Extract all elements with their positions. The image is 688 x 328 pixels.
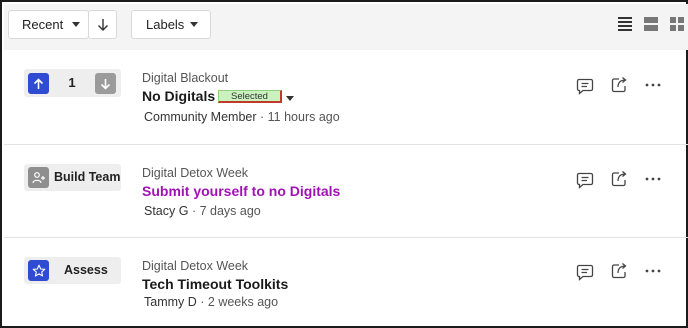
- sort-label: Recent: [22, 17, 64, 32]
- sort-direction-button[interactable]: [88, 10, 117, 39]
- build-team-icon: [28, 167, 49, 188]
- arrow-down-icon: [100, 78, 111, 90]
- stage-label: Assess: [64, 263, 108, 277]
- idea-title[interactable]: Submit yourself to no Digitals: [142, 183, 340, 199]
- idea-card: Build Team Digital Detox Week Submit you…: [4, 145, 688, 238]
- comment-icon[interactable]: [576, 171, 594, 189]
- idea-card: 1 Digital Blackout No Digitals Selected …: [4, 50, 688, 145]
- star-icon: [28, 260, 49, 281]
- stage-label: Build Team: [54, 170, 121, 184]
- idea-title[interactable]: Tech Timeout Toolkits: [142, 276, 288, 292]
- idea-category[interactable]: Digital Blackout: [142, 71, 228, 85]
- more-options-icon[interactable]: [644, 76, 662, 94]
- grid-view-icon[interactable]: [670, 17, 684, 31]
- arrow-down-icon: [97, 18, 108, 31]
- labels-label: Labels: [146, 17, 185, 32]
- share-icon[interactable]: [610, 262, 628, 280]
- status-badge[interactable]: Selected: [218, 90, 282, 103]
- status-dropdown-icon[interactable]: [286, 96, 294, 101]
- idea-category[interactable]: Digital Detox Week: [142, 259, 248, 273]
- share-icon[interactable]: [610, 76, 628, 94]
- idea-card: Assess Digital Detox Week Tech Timeout T…: [4, 238, 688, 328]
- post-time: · 7 days ago: [191, 204, 261, 218]
- vote-count: 1: [68, 75, 76, 90]
- author-name[interactable]: Stacy G: [144, 204, 188, 218]
- idea-category[interactable]: Digital Detox Week: [142, 166, 248, 180]
- arrow-up-icon: [33, 77, 44, 89]
- stage-badge[interactable]: Build Team: [24, 164, 121, 191]
- downvote-button[interactable]: [95, 73, 116, 94]
- post-time: · 11 hours ago: [260, 110, 340, 124]
- author-name[interactable]: Community Member: [144, 110, 257, 124]
- more-options-icon[interactable]: [644, 170, 662, 188]
- caret-down-icon: [72, 22, 80, 27]
- feed-toolbar: Recent Labels: [4, 4, 688, 50]
- comment-icon[interactable]: [576, 77, 594, 95]
- caret-down-icon: [190, 22, 198, 27]
- idea-title[interactable]: No Digitals: [142, 88, 215, 104]
- upvote-button[interactable]: [28, 73, 49, 94]
- post-time: · 2 weeks ago: [200, 295, 279, 309]
- card-view-icon[interactable]: [644, 17, 658, 31]
- vote-control: 1: [24, 69, 121, 97]
- idea-meta: Community Member · 11 hours ago: [144, 110, 340, 124]
- sort-dropdown[interactable]: Recent: [8, 10, 89, 39]
- author-name[interactable]: Tammy D: [144, 295, 197, 309]
- idea-meta: Stacy G · 7 days ago: [144, 204, 261, 218]
- labels-dropdown[interactable]: Labels: [131, 10, 211, 39]
- idea-meta: Tammy D · 2 weeks ago: [144, 295, 278, 309]
- stage-badge[interactable]: Assess: [24, 257, 121, 284]
- list-view-icon[interactable]: [618, 17, 632, 31]
- idea-feed: Recent Labels 1 Digital Blackout No Digi…: [0, 0, 688, 328]
- comment-icon[interactable]: [576, 263, 594, 281]
- more-options-icon[interactable]: [644, 262, 662, 280]
- share-icon[interactable]: [610, 170, 628, 188]
